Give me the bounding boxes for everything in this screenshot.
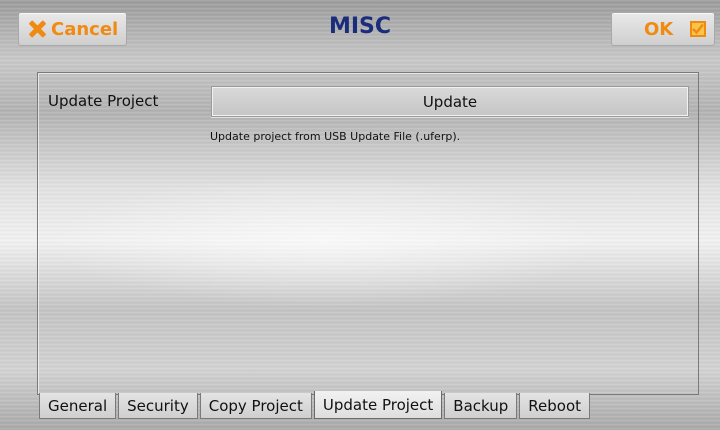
update-button[interactable]: Update: [211, 86, 689, 117]
tab-reboot[interactable]: Reboot: [519, 393, 591, 419]
cancel-button[interactable]: Cancel: [18, 12, 127, 46]
tab-general[interactable]: General: [39, 393, 117, 419]
tab-update-project[interactable]: Update Project: [313, 391, 443, 419]
tab-copy-project[interactable]: Copy Project: [199, 393, 312, 419]
cancel-label: Cancel: [51, 18, 119, 40]
content-panel: [37, 72, 699, 395]
ok-button[interactable]: OK: [611, 12, 715, 46]
ok-label: OK: [644, 18, 674, 40]
tab-backup[interactable]: Backup: [444, 393, 518, 419]
tab-security[interactable]: Security: [118, 393, 198, 419]
checkmark-icon: [690, 21, 706, 37]
update-project-label: Update Project: [48, 92, 159, 110]
tab-bar: General Security Copy Project Update Pro…: [39, 391, 592, 419]
update-description: Update project from USB Update File (.uf…: [210, 130, 461, 143]
close-icon: [27, 19, 47, 39]
